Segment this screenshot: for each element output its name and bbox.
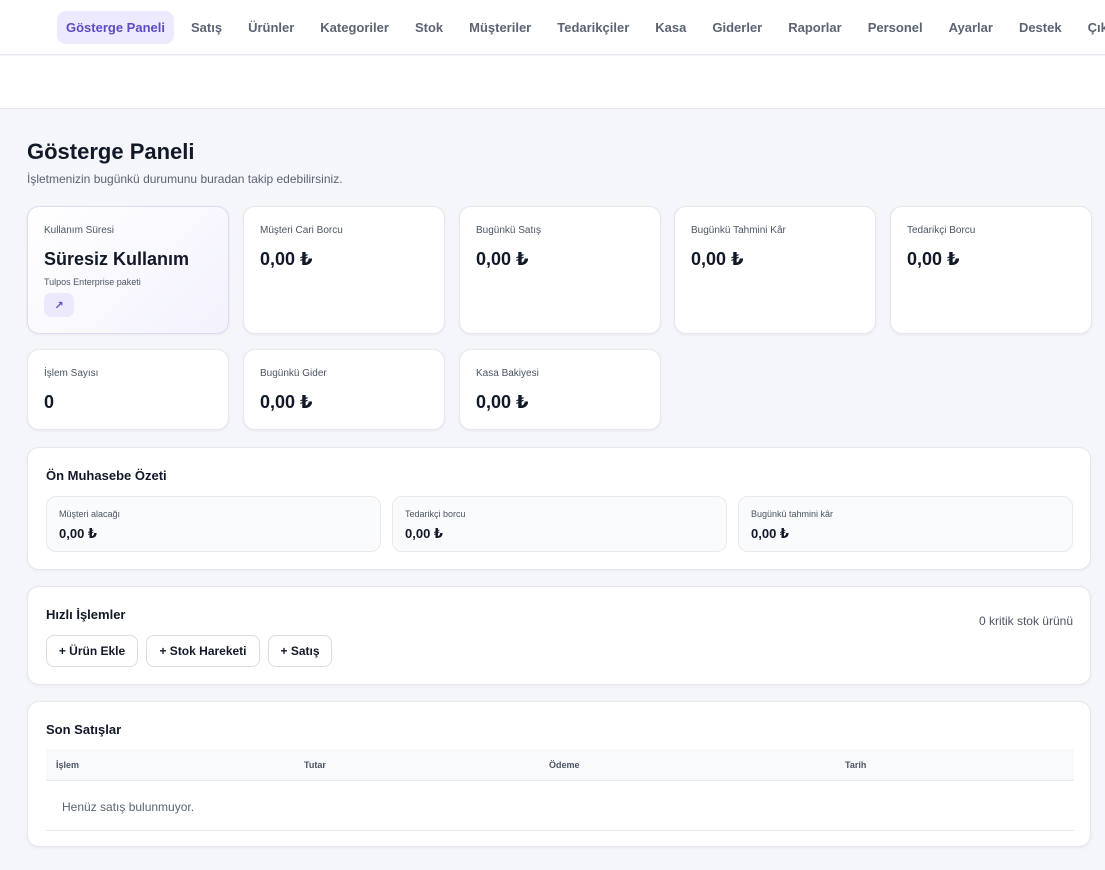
stat-label: Bugünkü Satış (476, 225, 542, 236)
page-title: Gösterge Paneli (27, 139, 195, 164)
accounting-title: Ön Muhasebe Özeti (46, 468, 167, 483)
nav-cash[interactable]: Kasa (646, 11, 695, 44)
arrow-up-right-icon[interactable]: ↗ (44, 293, 74, 317)
stat-card-estimated-profit: Bugünkü Tahmini Kâr 0,00 ₺ (674, 206, 876, 334)
stat-value: 0,00 ₺ (476, 249, 529, 269)
stat-card-today-expense: Bugünkü Gider 0,00 ₺ (243, 349, 445, 430)
recent-sales-card: Son Satışlar İşlem Tutar Ödeme Tarih Hen… (27, 701, 1091, 847)
stat-label: Bugünkü Gider (260, 368, 327, 379)
quick-actions-title: Hızlı İşlemler (46, 607, 126, 622)
summary-value: 0,00 ₺ (59, 526, 97, 541)
stat-value: 0 (44, 392, 55, 412)
nav-stock[interactable]: Stok (406, 11, 452, 44)
usage-label: Kullanım Süresi (44, 225, 115, 236)
summary-label: Tedarikçi borcu (405, 509, 466, 519)
stat-card-cash-balance: Kasa Bakiyesi 0,00 ₺ (459, 349, 661, 430)
stat-value: 0,00 ₺ (260, 392, 313, 412)
column-header-transaction: İşlem (56, 760, 80, 770)
summary-label: Bugünkü tahmini kâr (751, 509, 834, 519)
quick-actions-card: Hızlı İşlemler 0 kritik stok ürünü + Ürü… (27, 586, 1091, 685)
summary-value: 0,00 ₺ (405, 526, 443, 541)
stat-label: Tedarikçi Borcu (907, 225, 976, 236)
nav-support[interactable]: Destek (1010, 11, 1071, 44)
nav-staff[interactable]: Personel (859, 11, 932, 44)
top-navigation: Gösterge Paneli Satış Ürünler Kategorile… (0, 0, 1105, 55)
summary-customer-receivable: Müşteri alacağı 0,00 ₺ (46, 496, 381, 552)
stat-value: 0,00 ₺ (260, 249, 313, 269)
add-product-button[interactable]: + Ürün Ekle (46, 635, 138, 667)
page-subtitle: İşletmenizin bugünkü durumunu buradan ta… (27, 172, 343, 186)
nav-expenses[interactable]: Giderler (703, 11, 771, 44)
stat-label: Müşteri Cari Borcu (260, 225, 343, 236)
stat-card-customer-debt: Müşteri Cari Borcu 0,00 ₺ (243, 206, 445, 334)
nav-sales[interactable]: Satış (182, 11, 231, 44)
stat-value: 0,00 ₺ (691, 249, 744, 269)
usage-package: Tulpos Enterprise paketi (44, 277, 141, 287)
empty-state-text: Henüz satış bulunmuyor. (62, 800, 195, 814)
summary-label: Müşteri alacağı (59, 509, 121, 519)
sub-header-bar (0, 56, 1105, 109)
sales-table-header: İşlem Tutar Ödeme Tarih (46, 749, 1074, 781)
summary-supplier-debt: Tedarikçi borcu 0,00 ₺ (392, 496, 727, 552)
column-header-date: Tarih (845, 760, 867, 770)
stat-value: 0,00 ₺ (476, 392, 529, 412)
stat-label: İşlem Sayısı (44, 368, 99, 379)
nav-settings[interactable]: Ayarlar (940, 11, 1002, 44)
summary-value: 0,00 ₺ (751, 526, 789, 541)
column-header-payment: Ödeme (549, 760, 580, 770)
recent-sales-title: Son Satışlar (46, 722, 122, 737)
nav-dashboard[interactable]: Gösterge Paneli (57, 10, 174, 44)
stock-movement-button[interactable]: + Stok Hareketi (146, 635, 260, 667)
nav-logout[interactable]: Çıkış Yap (1079, 11, 1105, 44)
table-row-empty: Henüz satış bulunmuyor. (46, 782, 1074, 831)
nav-reports[interactable]: Raporlar (779, 11, 850, 44)
nav-categories[interactable]: Kategoriler (311, 11, 398, 44)
usage-value: Süresiz Kullanım (44, 249, 190, 269)
stat-value: 0,00 ₺ (907, 249, 960, 269)
summary-estimated-profit: Bugünkü tahmini kâr 0,00 ₺ (738, 496, 1073, 552)
nav-customers[interactable]: Müşteriler (460, 11, 540, 44)
accounting-summary-card: Ön Muhasebe Özeti Müşteri alacağı 0,00 ₺… (27, 447, 1091, 570)
stat-card-transaction-count: İşlem Sayısı 0 (27, 349, 229, 430)
stat-label: Bugünkü Tahmini Kâr (691, 225, 786, 236)
usage-card: Kullanım Süresi Süresiz Kullanım Tulpos … (27, 206, 229, 334)
stat-label: Kasa Bakiyesi (476, 368, 539, 379)
nav-suppliers[interactable]: Tedarikçiler (548, 11, 638, 44)
new-sale-button[interactable]: + Satış (268, 635, 332, 667)
column-header-amount: Tutar (304, 760, 326, 770)
stat-card-today-sales: Bugünkü Satış 0,00 ₺ (459, 206, 661, 334)
critical-stock-count: 0 kritik stok ürünü (978, 614, 1073, 628)
stat-card-supplier-debt: Tedarikçi Borcu 0,00 ₺ (890, 206, 1092, 334)
nav-products[interactable]: Ürünler (239, 11, 303, 44)
